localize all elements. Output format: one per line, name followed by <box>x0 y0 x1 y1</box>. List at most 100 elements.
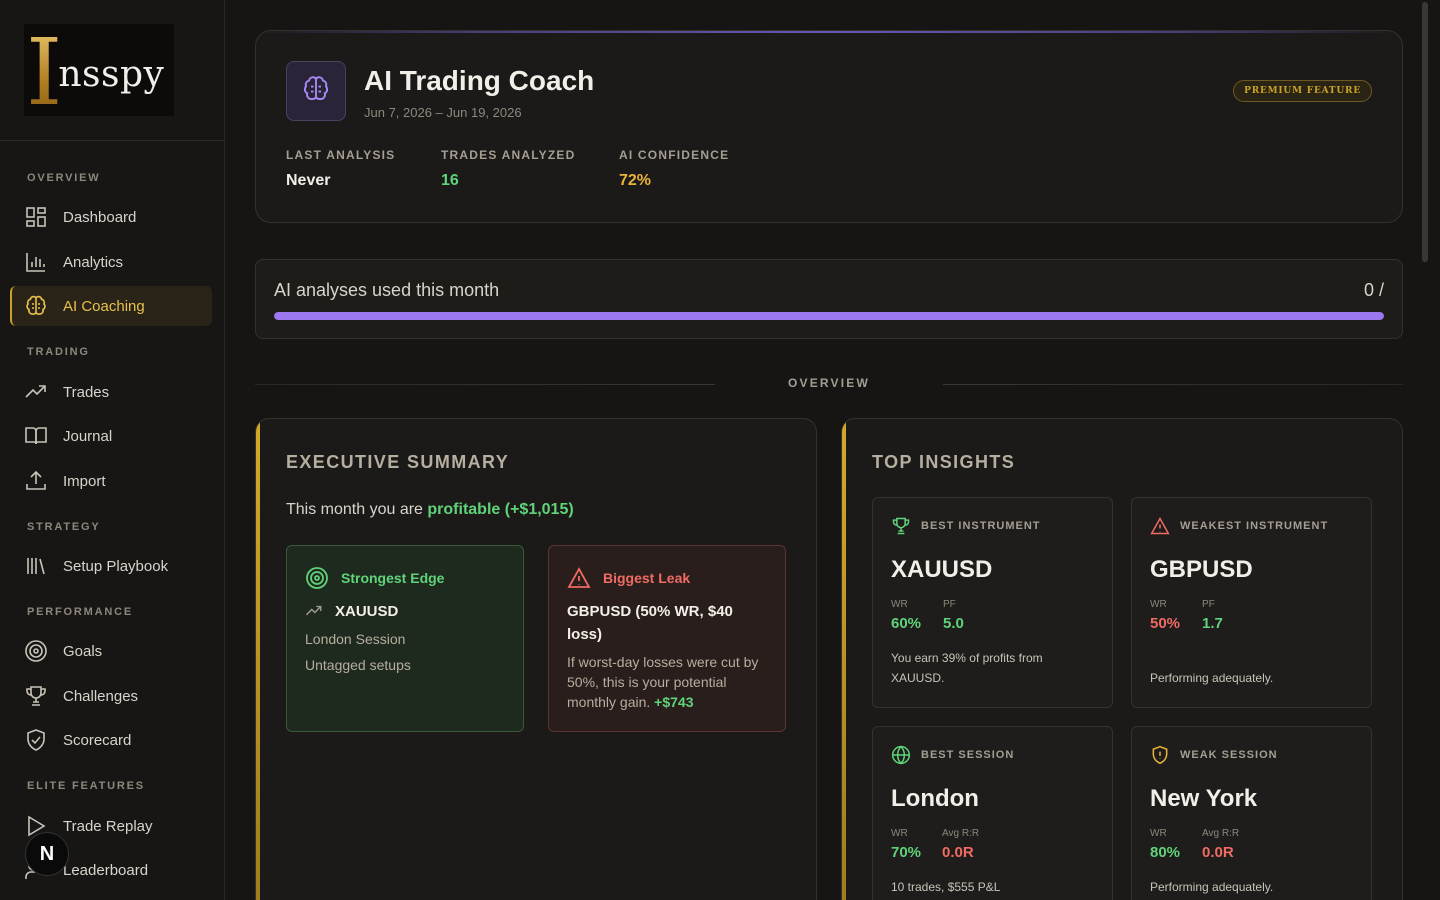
nav-section-performance: PERFORMANCE <box>27 606 133 618</box>
edge-setups: Untagged setups <box>305 657 411 673</box>
insight-key-2: Avg R:R <box>1202 828 1240 839</box>
insight-note: You earn 39% of profits from XAUUSD. <box>891 651 1043 685</box>
insight-head: WEAKEST INSTRUMENT <box>1150 516 1328 536</box>
sidebar-item-label: Journal <box>63 427 113 445</box>
insight-value-1: 60% <box>891 615 922 632</box>
usage-card: AI analyses used this month 0 / <box>255 259 1403 339</box>
insight-label: WEAKEST INSTRUMENT <box>1180 520 1329 532</box>
sidebar-item-ai-coaching[interactable]: AI Coaching <box>10 286 212 326</box>
dashboard-icon <box>24 205 48 229</box>
logo[interactable]: I nsspy <box>24 24 174 116</box>
sidebar-item-analytics[interactable]: Analytics <box>10 242 212 282</box>
sidebar: I nsspy OVERVIEW Dashboard Analytics AI … <box>0 0 225 900</box>
sidebar-item-label: Dashboard <box>63 208 137 226</box>
sidebar-item-journal[interactable]: Journal <box>10 416 212 456</box>
stat-label-ai-confidence: AI CONFIDENCE <box>619 148 730 162</box>
insight-head: BEST SESSION <box>891 745 1014 765</box>
leak-body: If worst-day losses were cut by 50%, thi… <box>567 652 772 712</box>
sidebar-item-goals[interactable]: Goals <box>10 631 212 671</box>
stat-value-ai-confidence: 72% <box>619 172 652 189</box>
shield-check-icon <box>24 728 48 752</box>
date-range: Jun 7, 2026 – Jun 19, 2026 <box>364 105 522 120</box>
shield-alert-icon <box>1150 745 1170 765</box>
scrollbar[interactable] <box>1420 0 1430 900</box>
target-icon <box>24 639 48 663</box>
top-insights-title: TOP INSIGHTS <box>872 452 1016 472</box>
logo-area: I nsspy <box>0 0 224 141</box>
insight-weak-session: WEAK SESSION New York WR 80% Avg R:R 0.0… <box>1131 726 1372 900</box>
usage-progress-bar <box>274 312 1384 320</box>
insight-best-instrument: BEST INSTRUMENT XAUUSD WR 60% PF 5.0 You… <box>872 497 1113 708</box>
executive-summary-card: EXECUTIVE SUMMARY This month you are pro… <box>255 418 817 900</box>
sidebar-item-import[interactable]: Import <box>10 461 212 501</box>
dev-badge[interactable]: N <box>25 832 69 876</box>
top-insights-card: TOP INSIGHTS BEST INSTRUMENT XAUUSD WR 6… <box>841 418 1403 900</box>
insight-value-1: 50% <box>1150 615 1181 632</box>
insight-name: New York <box>1150 785 1258 812</box>
nav-section-overview: OVERVIEW <box>27 172 101 184</box>
insight-name: GBPUSD <box>1150 556 1253 583</box>
leak-headline: GBPUSD (50% WR, $40 loss) <box>567 603 733 643</box>
edge-session: London Session <box>305 631 406 647</box>
insight-value-2: 0.0R <box>1202 844 1234 861</box>
sidebar-item-label: Setup Playbook <box>63 557 169 575</box>
summary-line: This month you are profitable (+$1,015) <box>286 501 574 519</box>
sidebar-item-label: Goals <box>63 642 103 660</box>
insight-name: London <box>891 785 979 812</box>
coach-header-card: AI Trading Coach Jun 7, 2026 – Jun 19, 2… <box>255 30 1403 223</box>
strongest-edge-title: Strongest Edge <box>341 570 445 586</box>
insight-key-2: PF <box>1202 599 1215 610</box>
library-icon <box>24 554 48 578</box>
insight-key-2: Avg R:R <box>942 828 980 839</box>
stat-value-trades-analyzed: 16 <box>441 172 459 189</box>
nav-section-elite: ELITE FEATURES <box>27 780 145 792</box>
sidebar-item-dashboard[interactable]: Dashboard <box>10 197 212 237</box>
insight-note: 10 trades, $555 P&L <box>891 880 1001 894</box>
insight-key-1: WR <box>891 599 908 610</box>
sidebar-item-trades[interactable]: Trades <box>10 372 212 412</box>
bar-chart-icon <box>24 250 48 274</box>
divider-label: OVERVIEW <box>787 376 871 390</box>
strongest-edge-head: Strongest Edge <box>305 566 444 590</box>
section-divider: OVERVIEW <box>255 372 1403 396</box>
edge-instrument: XAUUSD <box>335 602 399 620</box>
trending-up-icon <box>24 380 48 404</box>
biggest-leak-head: Biggest Leak <box>567 566 690 590</box>
trophy-icon <box>891 516 911 536</box>
insight-name: XAUUSD <box>891 556 993 583</box>
insight-label: WEAK SESSION <box>1180 749 1278 761</box>
warning-icon <box>1150 516 1170 536</box>
insight-head: BEST INSTRUMENT <box>891 516 1041 536</box>
brain-icon-box <box>286 61 346 121</box>
sidebar-item-scorecard[interactable]: Scorecard <box>10 720 212 760</box>
sidebar-item-setup-playbook[interactable]: Setup Playbook <box>10 546 212 586</box>
insight-value-2: 5.0 <box>943 615 964 632</box>
sidebar-item-challenges[interactable]: Challenges <box>10 676 212 716</box>
main-content: AI Trading Coach Jun 7, 2026 – Jun 19, 2… <box>225 0 1430 900</box>
strongest-edge-box: Strongest Edge XAUUSD London Session Unt… <box>286 545 524 732</box>
executive-summary-title: EXECUTIVE SUMMARY <box>286 452 510 472</box>
logo-text: nsspy <box>58 53 165 95</box>
usage-progress-fill <box>274 312 1384 320</box>
nav-section-trading: TRADING <box>27 346 90 358</box>
insight-value-1: 70% <box>891 844 922 861</box>
insight-key-1: WR <box>1150 599 1167 610</box>
sidebar-item-label: Analytics <box>63 253 124 271</box>
insight-note: Performing adequately. <box>1150 671 1274 685</box>
leak-gain: +$743 <box>654 694 694 710</box>
insight-key-2: PF <box>943 599 956 610</box>
usage-label: AI analyses used this month <box>274 280 500 300</box>
warning-icon <box>567 566 591 590</box>
insight-label: BEST INSTRUMENT <box>921 520 1041 532</box>
page-title: AI Trading Coach <box>364 65 595 96</box>
scrollbar-thumb[interactable] <box>1422 2 1428 262</box>
insight-value-2: 1.7 <box>1202 615 1223 632</box>
insight-best-session: BEST SESSION London WR 70% Avg R:R 0.0R … <box>872 726 1113 900</box>
summary-prefix: This month you are <box>286 501 423 518</box>
sidebar-item-label: Scorecard <box>63 731 132 749</box>
book-icon <box>24 424 48 448</box>
sidebar-item-label: Leaderboard <box>63 861 149 879</box>
stat-label-last-analysis: LAST ANALYSIS <box>286 148 396 162</box>
globe-icon <box>891 745 911 765</box>
trending-up-icon <box>305 602 323 620</box>
